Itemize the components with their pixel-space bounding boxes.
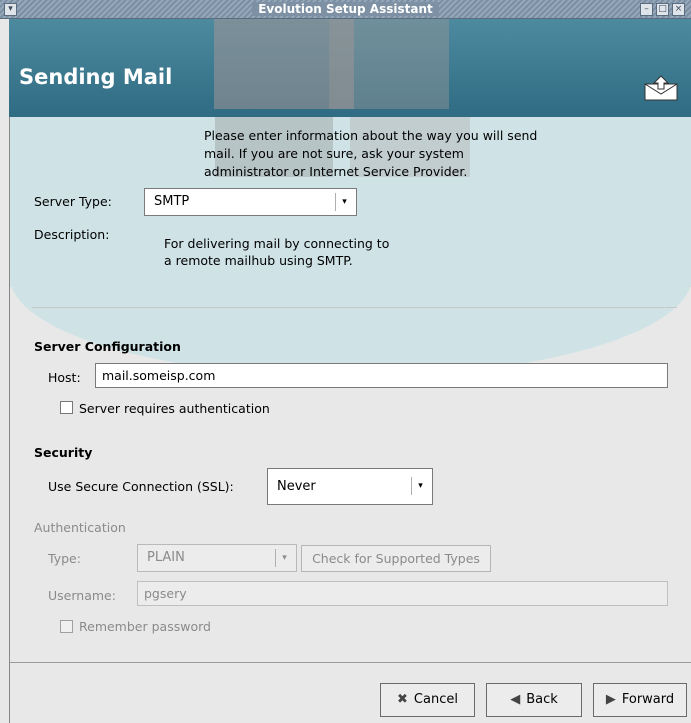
auth-required-label[interactable]: Server requires authentication <box>79 401 270 416</box>
description-text: For delivering mail by connecting to a r… <box>164 236 390 268</box>
description-label: Description: <box>34 227 110 242</box>
forward-button[interactable]: ▶ Forward <box>593 683 687 717</box>
host-value: mail.someisp.com <box>102 368 216 383</box>
page-header: Sending Mail <box>9 19 691 117</box>
chevron-down-icon: ▾ <box>411 477 429 495</box>
ssl-combo[interactable]: Never ▾ <box>267 468 433 505</box>
window-titlebar[interactable]: ▾ Evolution Setup Assistant – □ × <box>0 0 691 19</box>
back-arrow-icon: ◀ <box>510 692 521 707</box>
assistant-page: Please enter information about the way y… <box>9 117 691 662</box>
cancel-button[interactable]: ✖ Cancel <box>380 683 475 717</box>
intro-text: Please enter information about the way y… <box>204 128 538 179</box>
ssl-value: Never <box>277 479 316 494</box>
page-title: Sending Mail <box>19 65 173 89</box>
window-border <box>0 19 9 723</box>
maximize-icon[interactable]: □ <box>656 3 669 16</box>
security-title: Security <box>34 445 93 460</box>
window-title: Evolution Setup Assistant <box>252 2 439 16</box>
server-type-value: SMTP <box>154 194 190 209</box>
host-label: Host: <box>48 370 81 385</box>
auth-type-label: Type: <box>48 551 81 566</box>
header-decoration <box>329 19 449 109</box>
check-supported-types-button[interactable]: Check for Supported Types <box>301 545 491 572</box>
cancel-icon: ✖ <box>397 692 408 707</box>
button-bar: ✖ Cancel ◀ Back ▶ Forward <box>9 662 691 723</box>
host-input[interactable]: mail.someisp.com <box>95 363 668 388</box>
minimize-icon[interactable]: – <box>640 3 653 16</box>
divider <box>32 307 677 308</box>
auth-type-combo[interactable]: PLAIN ▾ <box>137 544 297 572</box>
server-config-title: Server Configuration <box>34 339 181 354</box>
username-label: Username: <box>48 588 116 603</box>
username-input[interactable]: pgsery <box>137 581 668 606</box>
auth-type-value: PLAIN <box>147 550 185 565</box>
back-button[interactable]: ◀ Back <box>486 683 582 717</box>
back-label: Back <box>526 692 558 707</box>
close-icon[interactable]: × <box>672 3 685 16</box>
username-value: pgsery <box>144 586 187 601</box>
server-type-label: Server Type: <box>34 194 112 209</box>
send-mail-icon <box>644 75 678 101</box>
forward-arrow-icon: ▶ <box>605 692 616 707</box>
forward-label: Forward <box>621 692 675 707</box>
remember-password-checkbox[interactable] <box>60 620 73 633</box>
chevron-down-icon: ▾ <box>335 193 353 211</box>
authentication-title: Authentication <box>34 520 126 535</box>
remember-password-label[interactable]: Remember password <box>79 619 211 634</box>
cancel-label: Cancel <box>413 692 458 707</box>
chevron-down-icon: ▾ <box>275 549 293 567</box>
auth-required-checkbox[interactable] <box>60 401 73 414</box>
server-type-combo[interactable]: SMTP ▾ <box>144 188 357 216</box>
ssl-label: Use Secure Connection (SSL): <box>48 479 234 494</box>
